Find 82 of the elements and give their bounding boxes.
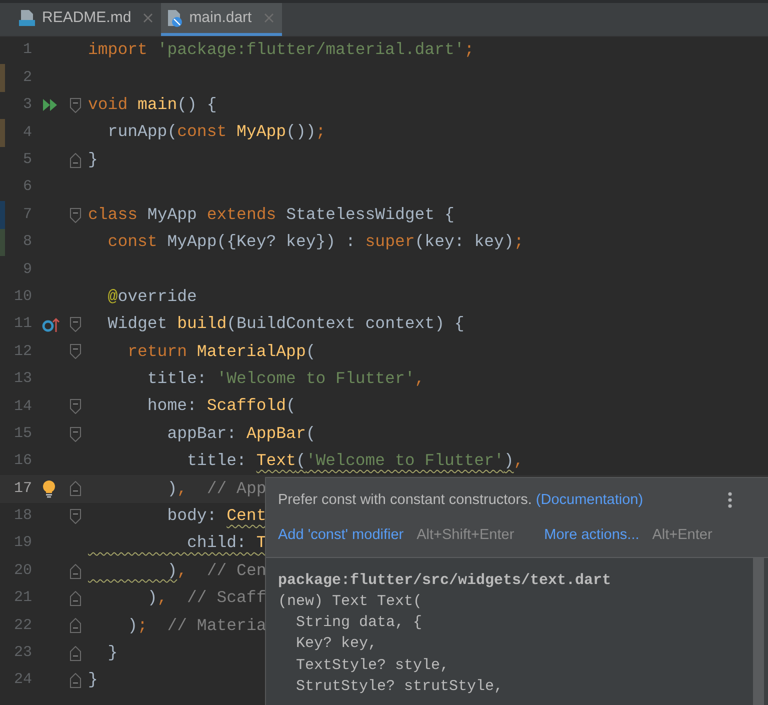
run-icon[interactable] (42, 98, 58, 112)
line-number: 13 (12, 369, 32, 390)
doc-line: String data, { (295, 613, 424, 634)
fold-icon[interactable] (70, 646, 80, 661)
code-line: } (106, 642, 118, 664)
documentation-link[interactable]: (Documentation) (536, 492, 644, 508)
dart-file-icon (165, 9, 184, 27)
fold-icon[interactable] (70, 317, 80, 332)
line-number: 20 (12, 560, 32, 581)
fold-icon[interactable] (70, 399, 80, 414)
code-line: home: Scaffold( (146, 395, 296, 418)
code-line: import 'package:flutter/material.dart'; (88, 39, 474, 62)
lightbulb-icon[interactable] (42, 480, 56, 498)
line-number: 9 (22, 260, 32, 280)
fold-icon[interactable] (70, 344, 80, 360)
fold-icon[interactable] (70, 98, 80, 113)
code-line: class MyApp extends StatelessWidget { (88, 204, 454, 226)
fold-icon[interactable] (70, 564, 80, 579)
line-number: 21 (12, 588, 32, 608)
code-line: Widget build(BuildContext context) { (106, 313, 464, 336)
line-number: 19 (12, 533, 32, 554)
fold-icon[interactable] (70, 426, 80, 442)
more-options-icon[interactable] (728, 492, 732, 508)
line-number: 6 (22, 177, 32, 198)
file-tab[interactable]: main.dart (161, 3, 282, 36)
fold-icon[interactable] (70, 673, 80, 688)
action-link[interactable]: More actions... (544, 524, 640, 546)
hint-message: Prefer const with constant constructors. (Documentation) (278, 491, 644, 510)
code-line: @override (106, 286, 197, 308)
line-number: 22 (12, 616, 32, 636)
doc-line: Key? key, (295, 634, 378, 654)
line-number: 11 (12, 314, 32, 334)
line-number: 24 (12, 670, 32, 690)
fold-icon[interactable] (70, 508, 80, 524)
line-number: 8 (22, 232, 32, 252)
doc-line: (new) Text Text( (278, 592, 424, 612)
line-number: 10 (12, 286, 32, 307)
fold-icon[interactable] (70, 481, 80, 496)
code-line: } (88, 669, 98, 692)
line-number: 7 (22, 204, 32, 225)
line-number: 12 (12, 342, 32, 362)
line-number: 14 (12, 396, 32, 417)
doc-line: StrutStyle? strutStyle, (295, 676, 504, 697)
close-icon (264, 13, 274, 23)
code-line: child: T (186, 532, 266, 554)
line-number: 1 (22, 40, 32, 60)
fold-icon[interactable] (70, 208, 80, 223)
code-line: } (88, 148, 98, 171)
code-line: return MaterialApp( (126, 340, 316, 363)
doc-line: TextStyle? style, (295, 656, 450, 676)
shortcut-text: Alt+Enter (652, 526, 712, 545)
line-number: 2 (22, 68, 32, 88)
code-line: appBar: AppBar( (166, 422, 316, 445)
code-line: ), // App (166, 478, 266, 500)
doc-title: package:flutter/src/widgets/text.dart (278, 570, 612, 590)
file-tab[interactable]: README.md (14, 3, 162, 36)
code-line: title: 'Welcome to Flutter', (146, 368, 425, 390)
line-number: 18 (12, 506, 32, 526)
line-number: 16 (12, 451, 32, 472)
action-link[interactable]: Add 'const' modifier (278, 524, 404, 546)
line-number: 4 (22, 122, 32, 143)
code-line: body: Cent (166, 504, 266, 527)
fold-icon[interactable] (70, 591, 80, 606)
code-line: const MyApp({Key? key}) : super(key: key); (106, 231, 524, 254)
code-line: ); // Materia (126, 614, 266, 637)
line-number: 15 (12, 424, 32, 444)
code-line: void main() { (88, 94, 217, 116)
fold-icon[interactable] (70, 152, 80, 168)
scrollbar-thumb[interactable] (753, 558, 764, 705)
shortcut-text: Alt+Shift+Enter (416, 526, 514, 545)
code-line: ), // Scaff (146, 587, 266, 610)
code-line: title: Text('Welcome to Flutter'), (186, 450, 524, 472)
code-line: runApp(const MyApp()); (106, 121, 326, 144)
close-icon (143, 13, 154, 23)
override-icon[interactable] (42, 316, 60, 333)
line-number: 5 (22, 150, 32, 170)
code-line: ), // Cen (166, 560, 266, 582)
line-number: 17 (12, 478, 32, 499)
markdown-file-icon (18, 9, 36, 27)
line-number: 3 (22, 95, 32, 116)
fold-icon[interactable] (70, 618, 80, 634)
line-number: 23 (12, 643, 32, 664)
